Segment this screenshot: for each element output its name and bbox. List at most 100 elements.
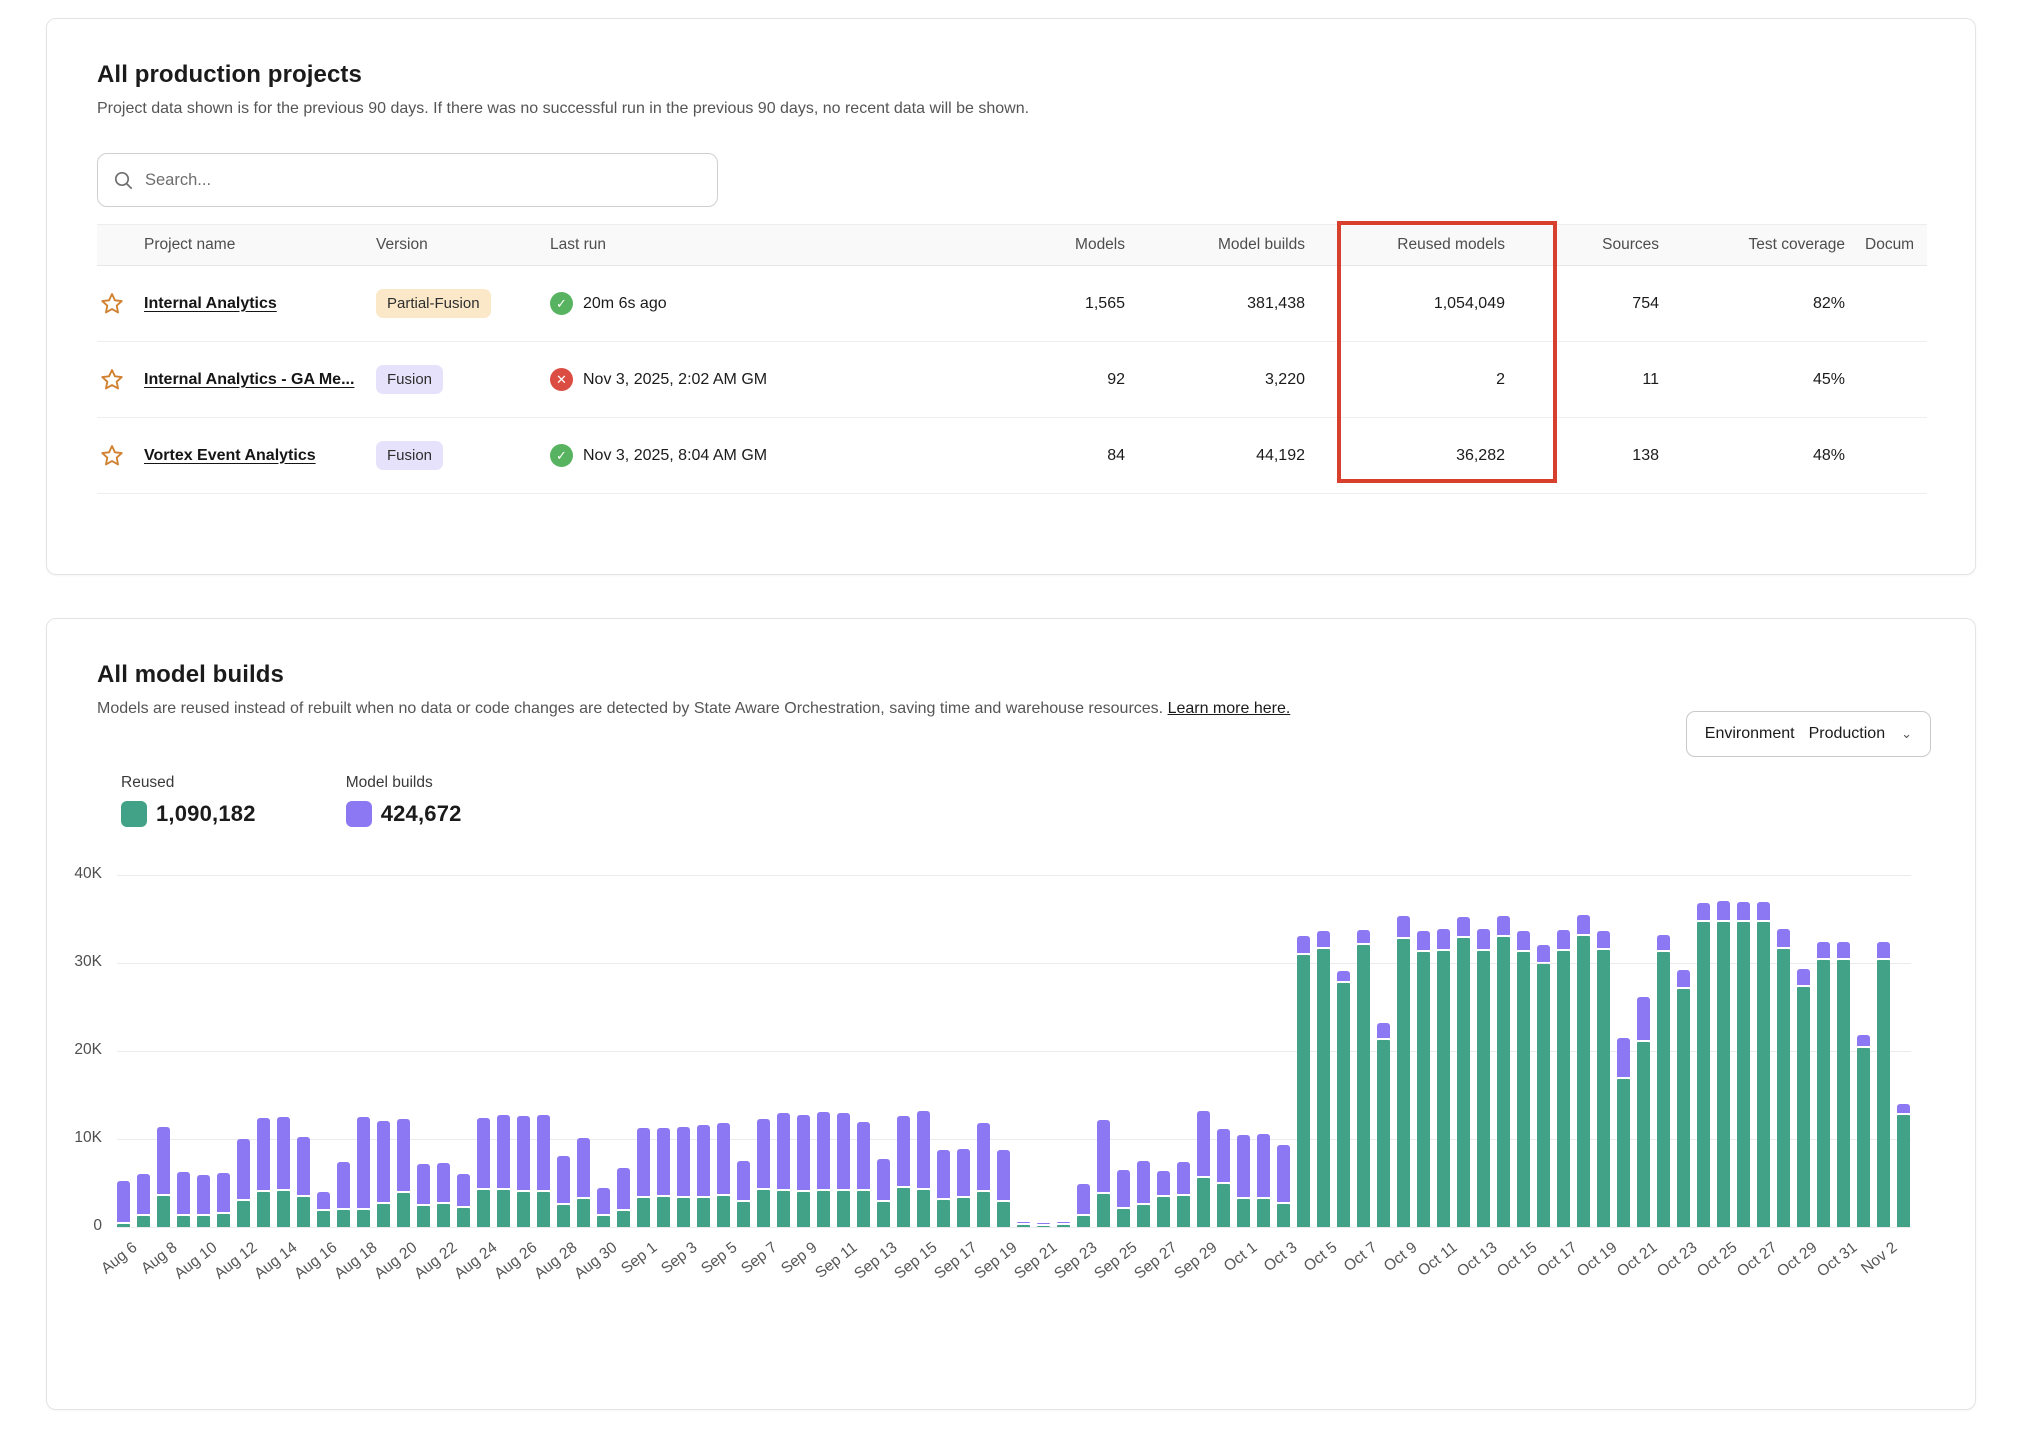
stacked-bar-sep-24[interactable] [1097,1120,1110,1227]
stacked-bar-sep-28[interactable] [1177,1162,1190,1227]
stacked-bar-oct-13[interactable] [1477,929,1490,1227]
stacked-bar-aug-31[interactable] [617,1168,630,1227]
stacked-bar-oct-12[interactable] [1457,917,1470,1227]
stacked-bar-aug-11[interactable] [217,1173,230,1227]
stacked-bar-oct-5[interactable] [1317,931,1330,1227]
stacked-bar-oct-30[interactable] [1817,942,1830,1227]
stacked-bar-oct-1[interactable] [1237,1135,1250,1227]
stacked-bar-sep-4[interactable] [697,1125,710,1227]
stacked-bar-sep-13[interactable] [877,1159,890,1227]
stacked-bar-aug-7[interactable] [137,1174,150,1227]
stacked-bar-nov-2[interactable] [1877,942,1890,1227]
stacked-bar-oct-4[interactable] [1297,936,1310,1227]
stacked-bar-oct-16[interactable] [1537,945,1550,1227]
stacked-bar-sep-19[interactable] [997,1150,1010,1227]
stacked-bar-sep-16[interactable] [937,1150,950,1227]
stacked-bar-oct-31[interactable] [1837,942,1850,1227]
stacked-bar-oct-27[interactable] [1757,902,1770,1227]
stacked-bar-aug-12[interactable] [237,1139,250,1227]
stacked-bar-aug-9[interactable] [177,1172,190,1227]
stacked-bar-aug-15[interactable] [297,1137,310,1227]
stacked-bar-sep-1[interactable] [637,1128,650,1227]
stacked-bar-oct-19[interactable] [1597,931,1610,1227]
stacked-bar-aug-10[interactable] [197,1175,210,1227]
stacked-bar-aug-26[interactable] [517,1116,530,1227]
stacked-bar-oct-7[interactable] [1357,930,1370,1227]
stacked-bar-sep-17[interactable] [957,1149,970,1228]
stacked-bar-oct-22[interactable] [1657,935,1670,1227]
stacked-bar-aug-8[interactable] [157,1127,170,1227]
stacked-bar-oct-2[interactable] [1257,1134,1270,1227]
stacked-bar-aug-27[interactable] [537,1115,550,1227]
stacked-bar-aug-21[interactable] [417,1164,430,1227]
stacked-bar-oct-3[interactable] [1277,1145,1290,1227]
stacked-bar-aug-14[interactable] [277,1117,290,1227]
stacked-bar-aug-16[interactable] [317,1192,330,1227]
stacked-bar-sep-8[interactable] [777,1113,790,1227]
stacked-bar-oct-24[interactable] [1697,903,1710,1227]
stacked-bar-aug-22[interactable] [437,1163,450,1227]
stacked-bar-oct-23[interactable] [1677,970,1690,1227]
stacked-bar-aug-24[interactable] [477,1118,490,1227]
stacked-bar-oct-28[interactable] [1777,929,1790,1227]
stacked-bar-oct-10[interactable] [1417,931,1430,1227]
project-search[interactable] [97,153,718,207]
stacked-bar-sep-2[interactable] [657,1128,670,1227]
stacked-bar-oct-11[interactable] [1437,929,1450,1227]
stacked-bar-sep-9[interactable] [797,1115,810,1227]
stacked-bar-aug-25[interactable] [497,1115,510,1227]
stacked-bar-aug-6[interactable] [117,1181,130,1227]
stacked-bar-sep-18[interactable] [977,1123,990,1227]
stacked-bar-aug-20[interactable] [397,1119,410,1227]
stacked-bar-sep-22[interactable] [1057,1222,1070,1227]
stacked-bar-sep-25[interactable] [1117,1170,1130,1227]
stacked-bar-aug-23[interactable] [457,1174,470,1227]
stacked-bar-oct-6[interactable] [1337,971,1350,1227]
stacked-bar-aug-30[interactable] [597,1188,610,1227]
stacked-bar-aug-29[interactable] [577,1138,590,1227]
stacked-bar-aug-13[interactable] [257,1118,270,1227]
stacked-bar-sep-27[interactable] [1157,1171,1170,1227]
stacked-bar-sep-6[interactable] [737,1161,750,1227]
stacked-bar-sep-29[interactable] [1197,1111,1210,1227]
stacked-bar-sep-20[interactable] [1017,1222,1030,1227]
stacked-bar-sep-15[interactable] [917,1111,930,1227]
project-name-link[interactable]: Vortex Event Analytics [144,447,376,465]
project-name-link[interactable]: Internal Analytics - GA Me... [144,371,376,389]
favorite-star-icon[interactable] [99,291,125,317]
project-name-link[interactable]: Internal Analytics [144,295,376,313]
stacked-bar-oct-29[interactable] [1797,969,1810,1227]
stacked-bar-nov-1[interactable] [1857,1035,1870,1227]
stacked-bar-sep-21[interactable] [1037,1223,1050,1227]
stacked-bar-oct-17[interactable] [1557,930,1570,1227]
stacked-bar-oct-26[interactable] [1737,902,1750,1227]
stacked-bar-oct-8[interactable] [1377,1023,1390,1227]
environment-select[interactable]: Environment Production ⌄ [1686,711,1931,757]
stacked-bar-aug-19[interactable] [377,1121,390,1227]
stacked-bar-sep-14[interactable] [897,1116,910,1227]
stacked-bar-oct-9[interactable] [1397,916,1410,1227]
favorite-star-icon[interactable] [99,443,125,469]
stacked-bar-sep-5[interactable] [717,1123,730,1227]
learn-more-link[interactable]: Learn more here. [1168,700,1291,717]
stacked-bar-sep-11[interactable] [837,1113,850,1227]
stacked-bar-oct-15[interactable] [1517,931,1530,1227]
stacked-bar-aug-18[interactable] [357,1117,370,1227]
stacked-bar-sep-23[interactable] [1077,1184,1090,1227]
stacked-bar-sep-30[interactable] [1217,1129,1230,1227]
stacked-bar-aug-28[interactable] [557,1156,570,1227]
stacked-bar-oct-25[interactable] [1717,901,1730,1227]
stacked-bar-oct-20[interactable] [1617,1038,1630,1227]
search-input[interactable] [145,171,701,190]
stacked-bar-sep-26[interactable] [1137,1161,1150,1227]
stacked-bar-oct-14[interactable] [1497,916,1510,1227]
stacked-bar-sep-10[interactable] [817,1112,830,1227]
stacked-bar-sep-3[interactable] [677,1127,690,1228]
favorite-star-icon[interactable] [99,367,125,393]
stacked-bar-oct-21[interactable] [1637,997,1650,1227]
stacked-bar-nov-3[interactable] [1897,1104,1910,1227]
stacked-bar-sep-12[interactable] [857,1122,870,1227]
stacked-bar-oct-18[interactable] [1577,915,1590,1227]
stacked-bar-aug-17[interactable] [337,1162,350,1227]
stacked-bar-sep-7[interactable] [757,1119,770,1228]
